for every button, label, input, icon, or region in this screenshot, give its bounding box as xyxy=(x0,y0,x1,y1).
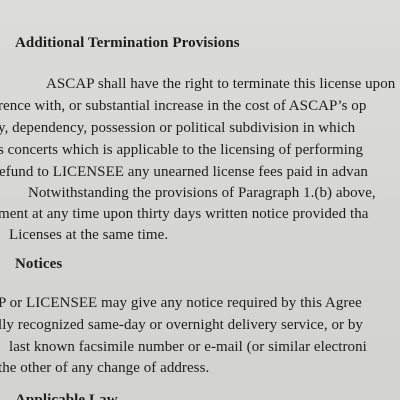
section-heading-applicable-law: Applicable Law xyxy=(15,392,118,400)
section-heading-notices: Notices xyxy=(15,256,63,272)
paragraph-line: lly recognized same-day or overnight del… xyxy=(0,317,363,333)
document-page: Additional Termination Provisions ASCAP … xyxy=(0,0,400,400)
paragraph-line: Notwithstanding the provisions of Paragr… xyxy=(28,185,376,201)
paragraph-line: last known facsimile number or e-mail (o… xyxy=(9,339,367,355)
paragraph-line: ASCAP shall have the right to terminate … xyxy=(46,76,396,92)
paragraph-line: s concerts which is applicable to the li… xyxy=(0,142,364,158)
paragraph-line: Licenses at the same time. xyxy=(9,227,169,243)
paragraph-line: efund to LICENSEE any unearned license f… xyxy=(0,164,368,180)
section-heading-additional-termination: Additional Termination Provisions xyxy=(15,35,240,51)
bottom-crop: Applicable Law xyxy=(0,392,400,400)
paragraph-line: the other of any change of address. xyxy=(0,360,210,376)
paragraph-line: y, dependency, possession or political s… xyxy=(0,120,356,136)
paragraph-line: P or LICENSEE may give any notice requir… xyxy=(0,295,362,311)
paragraph-line: rence with, or substantial increase in t… xyxy=(0,98,367,114)
paragraph-line: ment at any time upon thirty days writte… xyxy=(0,206,369,222)
